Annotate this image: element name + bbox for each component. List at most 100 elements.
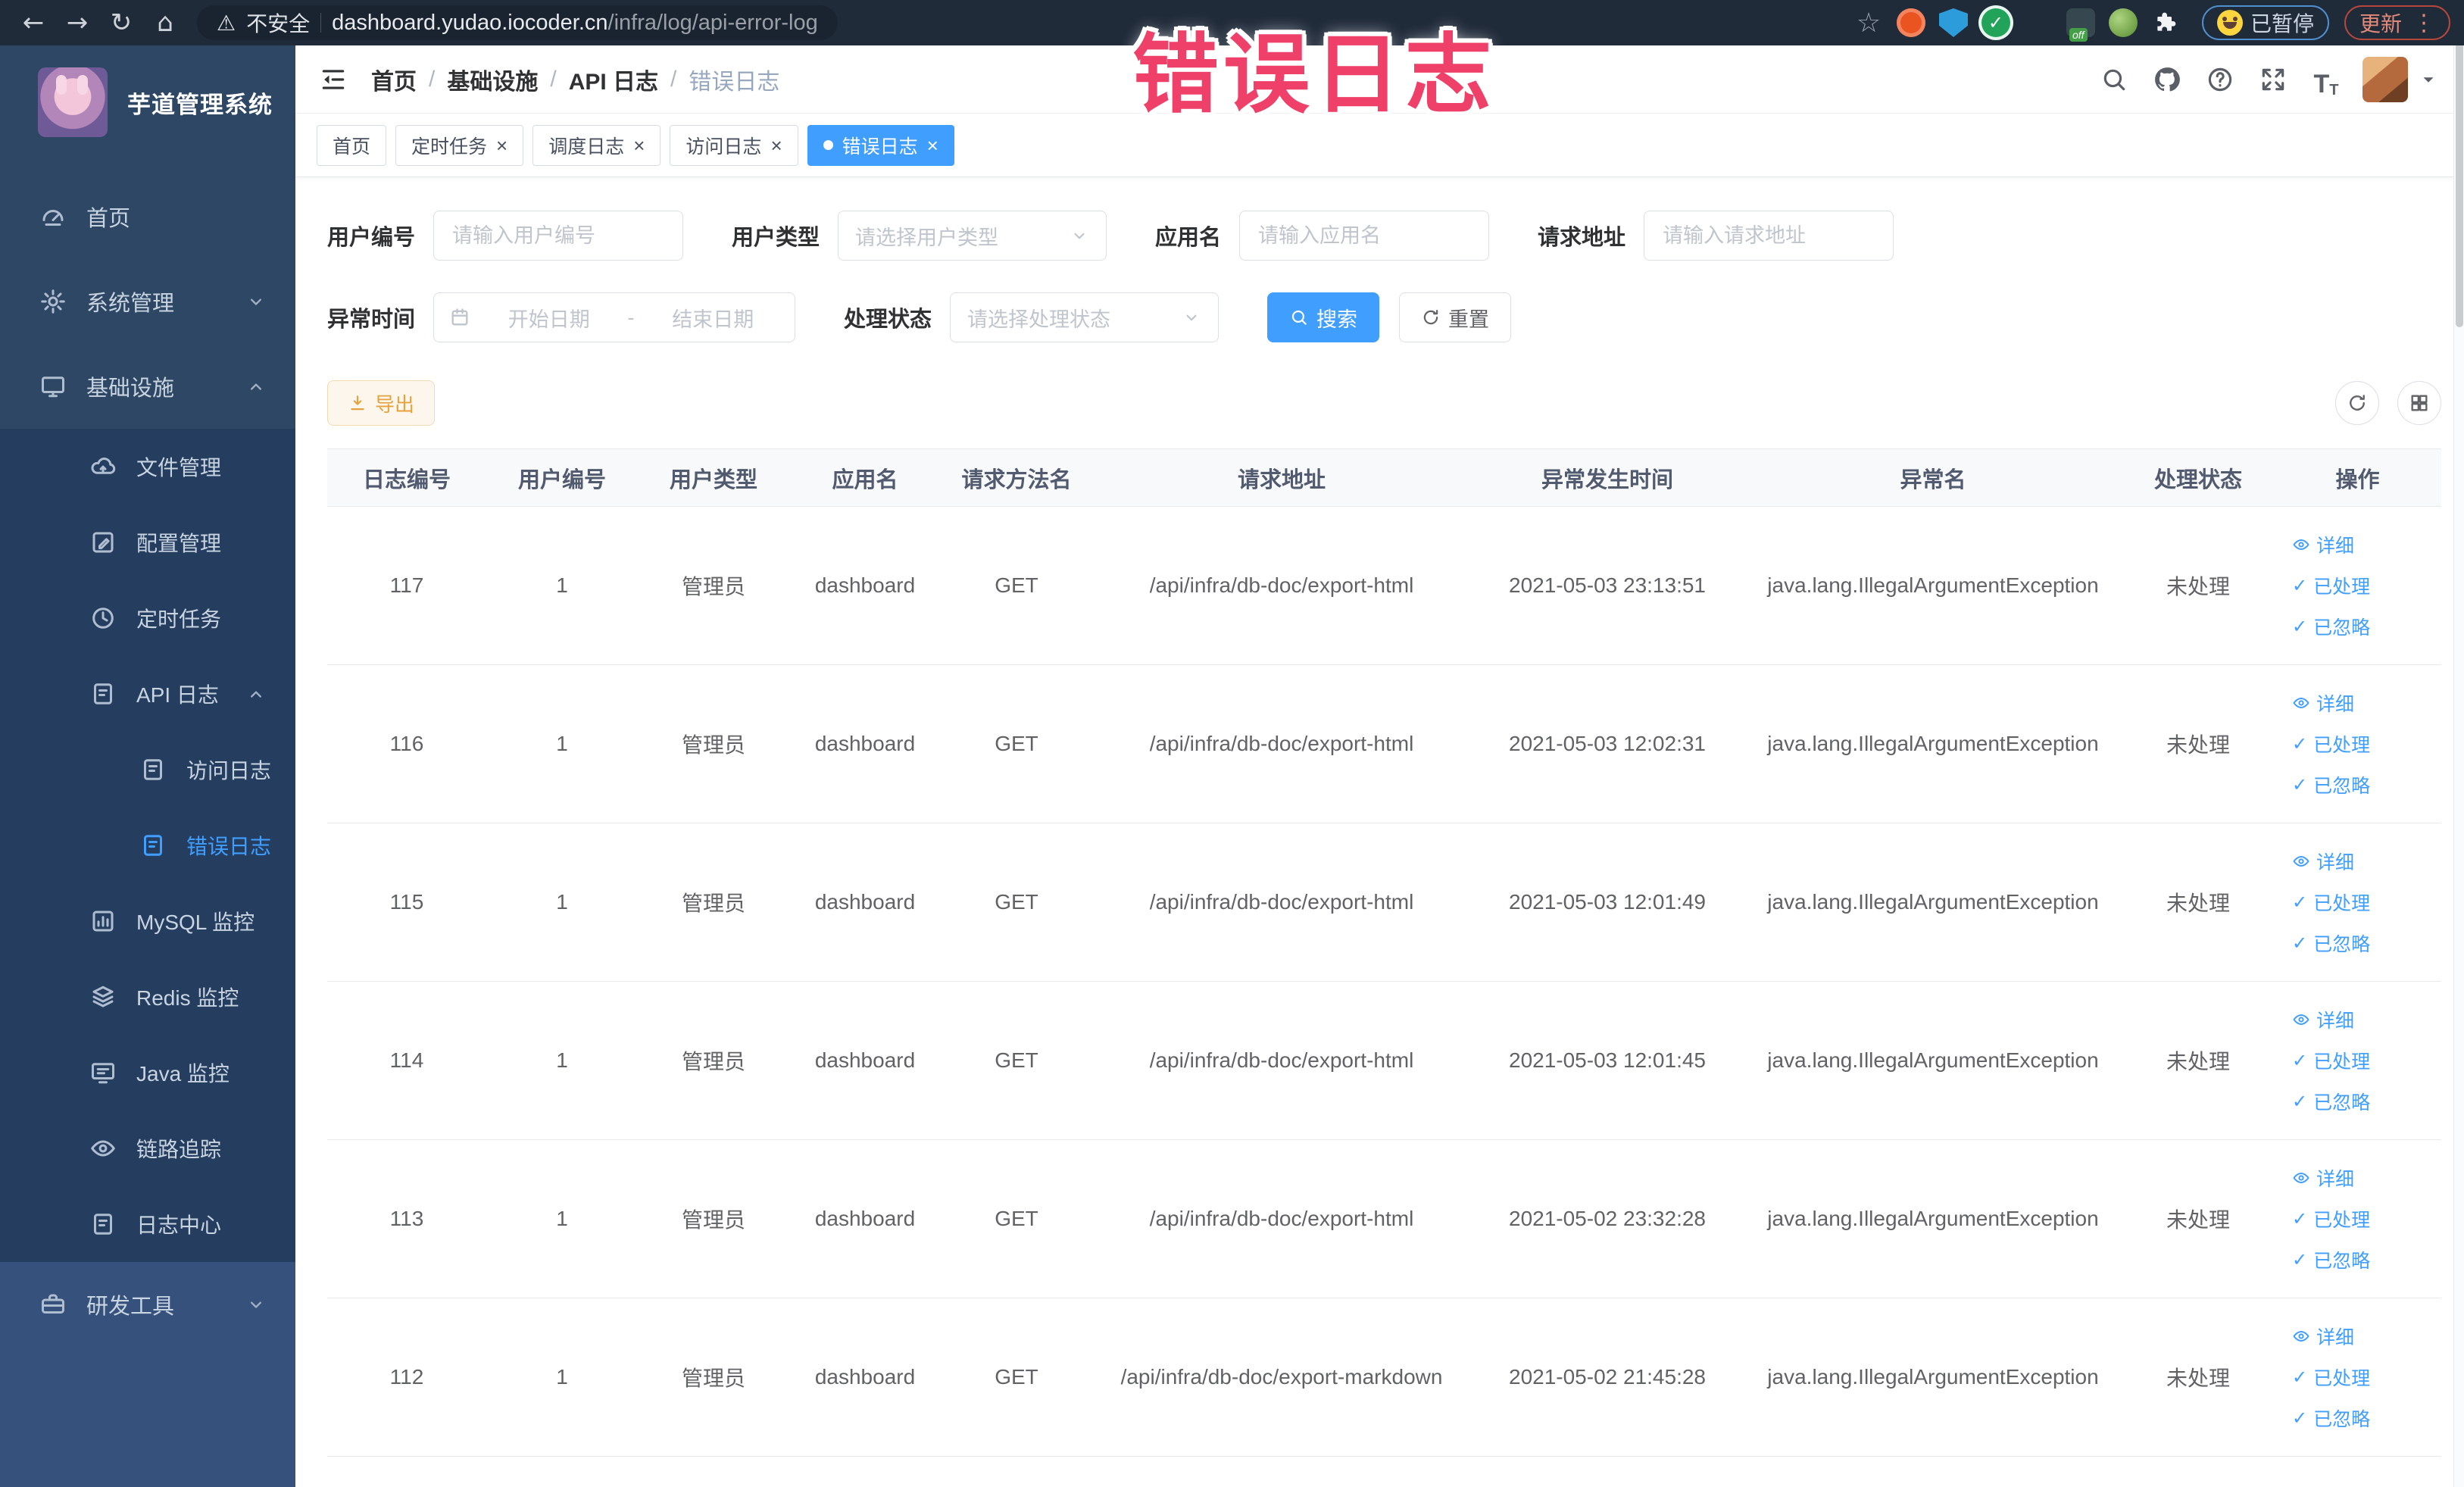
- sidebar-item-api-logs[interactable]: API 日志: [0, 656, 295, 732]
- tab-scheduled-jobs[interactable]: 定时任务 ×: [395, 124, 524, 166]
- action-ignored-link[interactable]: ✓ 已忽略: [2292, 771, 2370, 798]
- sidebar-item-infrastructure[interactable]: 基础设施: [0, 344, 295, 429]
- close-icon[interactable]: ×: [633, 136, 645, 155]
- sidebar-item-scheduled-jobs[interactable]: 定时任务: [0, 580, 295, 656]
- github-icon[interactable]: [2147, 60, 2187, 99]
- font-size-icon[interactable]: TT: [2306, 60, 2346, 99]
- address-bar[interactable]: ⚠ 不安全 dashboard.yudao.iocoder.cn/infra/l…: [197, 5, 838, 40]
- action-detail-link[interactable]: 详细: [2292, 1323, 2354, 1350]
- sidebar-item-config-mgmt[interactable]: 配置管理: [0, 505, 295, 580]
- back-icon[interactable]: ←: [14, 5, 53, 40]
- breadcrumb-item[interactable]: API 日志: [569, 63, 658, 96]
- update-badge[interactable]: 更新 ⋮: [2344, 5, 2450, 40]
- sidebar-item-trace[interactable]: 链路追踪: [0, 1111, 295, 1186]
- action-ignored-link[interactable]: ✓ 已忽略: [2292, 613, 2370, 640]
- close-icon[interactable]: ×: [770, 136, 782, 155]
- tab-home[interactable]: 首页: [317, 124, 387, 166]
- extension-grid-icon[interactable]: [2024, 8, 2053, 37]
- action-ignored-link[interactable]: ✓ 已忽略: [2292, 929, 2370, 957]
- menu-fold-icon[interactable]: [315, 61, 351, 98]
- eye-icon: [2292, 694, 2310, 712]
- close-icon[interactable]: ×: [927, 136, 938, 155]
- tab-job-log[interactable]: 调度日志 ×: [532, 124, 661, 166]
- cell-method: GET: [941, 823, 1092, 982]
- action-processed-link[interactable]: ✓ 已处理: [2292, 889, 2370, 916]
- search-icon: [1289, 308, 1309, 327]
- forward-icon[interactable]: →: [58, 5, 97, 40]
- action-processed-link[interactable]: ✓ 已处理: [2292, 1047, 2370, 1074]
- sidebar-item-redis-monitor[interactable]: Redis 监控: [0, 959, 295, 1035]
- process-status-select[interactable]: 请选择处理状态: [950, 292, 1220, 342]
- close-icon[interactable]: ×: [496, 136, 507, 155]
- cell-user-type: 管理员: [638, 823, 789, 982]
- tab-error-log[interactable]: 错误日志 ×: [807, 124, 954, 166]
- column-header: 用户编号: [486, 448, 638, 507]
- table-row: 112 1 管理员 dashboard GET/api/infra/db-doc/exp…: [327, 1298, 2441, 1457]
- scrollbar[interactable]: [2453, 0, 2464, 1487]
- cell-actions: 详细 ✓ 已处理 ✓ 已忽略: [2274, 823, 2441, 982]
- action-detail-link[interactable]: 详细: [2292, 1164, 2354, 1192]
- request-url-input[interactable]: [1644, 211, 1894, 261]
- action-detail-link[interactable]: 详细: [2292, 689, 2354, 717]
- extension-shield-icon[interactable]: [1938, 8, 1968, 37]
- home-icon[interactable]: ⌂: [145, 5, 185, 40]
- user-id-input[interactable]: [433, 211, 684, 261]
- help-icon[interactable]: [2200, 60, 2240, 99]
- paused-profile-badge[interactable]: 已暂停: [2201, 5, 2329, 40]
- refresh-table-button[interactable]: [2335, 381, 2379, 425]
- user-avatar[interactable]: [2363, 56, 2408, 102]
- sidebar-item-error-log[interactable]: 错误日志: [0, 808, 295, 883]
- extension-leaf-icon[interactable]: [2108, 8, 2138, 37]
- action-processed-link[interactable]: ✓ 已处理: [2292, 1205, 2370, 1232]
- scrollbar-thumb[interactable]: [2456, 2, 2463, 327]
- app-name-input[interactable]: [1239, 211, 1490, 261]
- avatar-caret-down-icon[interactable]: [2419, 70, 2438, 89]
- sidebar-item-java-monitor[interactable]: Java 监控: [0, 1035, 295, 1111]
- sidebar-item-mysql-monitor[interactable]: MySQL 监控: [0, 883, 295, 959]
- user-type-select[interactable]: 请选择用户类型: [838, 211, 1107, 261]
- table-toolbar: 导出: [295, 374, 2464, 426]
- action-detail-link[interactable]: 详细: [2292, 848, 2354, 875]
- sidebar-item-home[interactable]: 首页: [0, 174, 295, 259]
- action-processed-link[interactable]: ✓ 已处理: [2292, 1364, 2370, 1391]
- browser-menu-icon[interactable]: ⋮: [2412, 10, 2435, 36]
- action-processed-link[interactable]: ✓ 已处理: [2292, 572, 2370, 599]
- export-button[interactable]: 导出: [327, 380, 436, 426]
- reload-icon[interactable]: ↻: [101, 5, 141, 40]
- action-label: 已处理: [2313, 735, 2371, 756]
- browser-extensions: ☆ ✓ off: [1847, 8, 2187, 42]
- cell-user-type: 管理员: [638, 506, 789, 665]
- cell-user-type: 管理员: [638, 981, 789, 1140]
- fullscreen-icon[interactable]: [2253, 60, 2293, 99]
- extension-toggle-icon[interactable]: off: [2066, 8, 2095, 42]
- sidebar-item-access-log[interactable]: 访问日志: [0, 732, 295, 808]
- sidebar-item-log-center[interactable]: 日志中心: [0, 1186, 295, 1262]
- sidebar-item-system-mgmt[interactable]: 系统管理: [0, 259, 295, 344]
- search-button[interactable]: 搜索: [1267, 292, 1380, 342]
- action-detail-link[interactable]: 详细: [2292, 1006, 2354, 1033]
- date-range-picker[interactable]: 开始日期 - 结束日期: [433, 292, 796, 342]
- extension-green-check-icon[interactable]: ✓: [1981, 8, 2010, 37]
- action-ignored-link[interactable]: ✓ 已忽略: [2292, 1246, 2370, 1273]
- cell-actions: 详细 ✓ 已处理 ✓ 已忽略: [2274, 1139, 2441, 1298]
- action-processed-link[interactable]: ✓ 已处理: [2292, 730, 2370, 758]
- bookmark-star-icon[interactable]: ☆: [1854, 8, 1883, 39]
- action-ignored-link[interactable]: ✓ 已忽略: [2292, 1088, 2370, 1115]
- sidebar-item-label: API 日志: [136, 683, 219, 707]
- reset-button[interactable]: 重置: [1399, 292, 1512, 342]
- column-settings-button[interactable]: [2397, 381, 2441, 425]
- tab-access-log[interactable]: 访问日志 ×: [670, 124, 798, 166]
- action-ignored-link[interactable]: ✓ 已忽略: [2292, 1404, 2370, 1432]
- app-logo[interactable]: 芋道管理系统: [0, 45, 295, 159]
- extensions-puzzle-icon[interactable]: [2151, 8, 2180, 37]
- breadcrumb-item[interactable]: 基础设施: [447, 63, 538, 96]
- chevron-down-icon: [245, 1294, 267, 1315]
- cell-request-url: /api/infra/db-doc/export-html: [1092, 981, 1471, 1140]
- sidebar-item-file-mgmt[interactable]: 文件管理: [0, 429, 295, 505]
- search-icon[interactable]: [2094, 60, 2134, 99]
- breadcrumb-item[interactable]: 首页: [371, 63, 417, 96]
- extension-orange-icon[interactable]: [1896, 8, 1925, 37]
- sidebar-item-dev-tools[interactable]: 研发工具: [0, 1262, 295, 1347]
- cell-exception-time: 2021-05-03 23:13:51: [1471, 506, 1744, 665]
- action-detail-link[interactable]: 详细: [2292, 531, 2354, 558]
